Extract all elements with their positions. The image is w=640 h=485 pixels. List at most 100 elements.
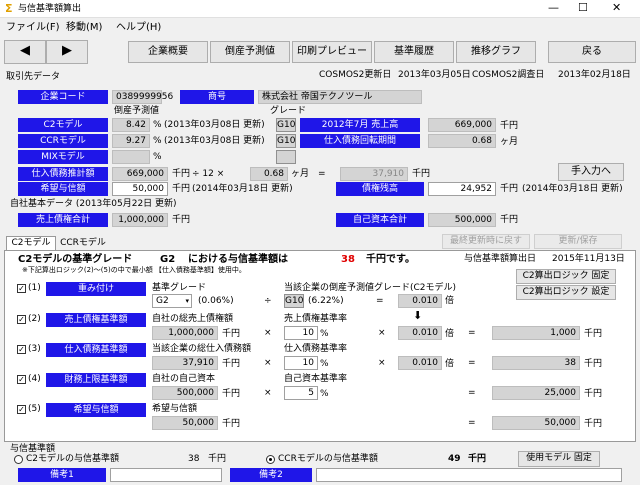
manual-input-button[interactable]: 手入力へ [558,163,624,181]
row3-operator1: × [264,358,272,368]
logic-fixed-button[interactable]: C2算出ロジック 固定 [516,269,616,284]
row4-checkbox[interactable]: ✓ [17,375,26,384]
balance-update-note: (2014年03月18日 更新) [522,184,623,194]
desired-credit-label: 希望与信額 [18,182,108,196]
row4-rate-input[interactable]: 5 [284,386,318,400]
row2-result: 1,000 [492,326,580,340]
row4-sub1: 自社の自己資本 [152,374,216,384]
row2-sub2: 売上債権基準率 [284,314,348,324]
row2-result-unit: 千円 [584,329,603,339]
row4-number: (4) [28,374,41,384]
revert-button[interactable]: 最終更新時に戻す [442,234,530,249]
turnover-value: 0.68 [428,134,496,148]
base-grade-pct: (0.06%) [198,296,234,306]
row3-operator2: × [378,358,386,368]
turnover-unit: ヶ月 [500,137,519,147]
history-button[interactable]: 基準履歴 [374,41,454,63]
c2-credit-label: C2モデルの与信基準額 [26,454,120,464]
company-overview-button[interactable]: 企業概要 [128,41,208,63]
base-grade-value: G2 [156,296,169,306]
memo1-input[interactable] [110,468,222,482]
row1-number: (1) [28,283,41,293]
desired-credit-input[interactable]: 50,000 [112,182,168,196]
estimated-result: 37,910 [340,167,408,181]
title-bar: Σ 与信基準額算出 — ☐ ✕ [0,0,640,18]
menu-file[interactable]: ファイル(F) [6,21,60,34]
row5-result-unit: 千円 [584,419,603,429]
row3-label: 仕入債務基準額 [46,343,146,357]
row4-operator1: × [264,388,272,398]
row5-checkbox[interactable]: ✓ [17,405,26,414]
weight-unit: 倍 [445,296,455,306]
estimated-debt-label: 仕入債務推計額 [18,167,108,181]
sales-label: 2012年7月 売上高 [300,118,420,132]
print-preview-button[interactable]: 印刷プレビュー [292,41,372,63]
forecast-heading: 倒産予測値 [114,106,160,116]
desired-unit: 千円 [172,184,191,194]
c2-model-radio[interactable] [14,455,23,464]
row2-operator2: × [378,328,386,338]
close-icon[interactable]: ✕ [612,1,621,14]
row3-checkbox[interactable]: ✓ [17,345,26,354]
equity-total-value: 500,000 [428,213,496,227]
row2-weight-unit: 倍 [445,329,455,339]
equity-unit: 千円 [500,215,519,225]
ccr-pct-unit: % [153,136,162,146]
mix-pct-unit: % [153,152,162,162]
c2-forecast-value: 8.42 [112,118,150,132]
row3-rate-input[interactable]: 10 [284,356,318,370]
row5-result: 50,000 [492,416,580,430]
row5-amount-unit: 千円 [222,419,241,429]
row4-result: 25,000 [492,386,580,400]
row5-number: (5) [28,404,41,414]
row5-amount: 50,000 [152,416,218,430]
tab-c2-model[interactable]: C2モデル [6,236,56,251]
forward-button[interactable]: ▶ [46,40,88,64]
ccr-forecast-value: 9.27 [112,134,150,148]
minimize-icon[interactable]: — [548,1,559,14]
menu-help[interactable]: ヘルプ(H) [116,21,161,34]
row3-sub1: 当該企業の総仕入債務額 [152,344,252,354]
back-button[interactable]: ◀ [4,40,46,64]
bankruptcy-forecast-button[interactable]: 倒産予測値 [210,41,290,63]
return-button[interactable]: 戻る [548,41,636,63]
base-grade-select[interactable]: G2 ▾ [152,294,192,308]
row4-equals: = [468,388,476,398]
company-name-label: 商号 [180,90,254,104]
calc-date-label: 与信基準額算出日 [464,254,537,264]
row3-equals: = [468,358,476,368]
company-code-value: 0389999956 [112,90,173,104]
memo2-input[interactable] [316,468,622,482]
c2-model-label: C2モデル [18,118,108,132]
desired-update-note: (2014年03月18日 更新) [192,184,293,194]
logic-set-button[interactable]: C2算出ロジック 設定 [516,285,616,300]
trend-graph-button[interactable]: 推移グラフ [456,41,536,63]
ccr-model-radio[interactable] [266,455,275,464]
balance-unit: 千円 [500,184,519,194]
receivables-total-value: 1,000,000 [112,213,168,227]
row2-rate-input[interactable]: 10 [284,326,318,340]
menu-move[interactable]: 移動(M) [66,21,102,34]
equity-total-label: 自己資本合計 [336,213,424,227]
row2-operator1: × [264,328,272,338]
row1-checkbox[interactable]: ✓ [17,284,26,293]
cosmos-update-label: COSMOS2更新日 [319,70,392,80]
save-button[interactable]: 更新/保存 [534,234,622,249]
use-model-fixed-button[interactable]: 使用モデル 固定 [518,451,600,467]
tab-ccr-model[interactable]: CCRモデル [58,237,108,251]
ccr-grade: G10 [276,134,296,148]
row1-label: 重み付け [46,282,146,296]
row3-result-unit: 千円 [584,359,603,369]
cosmos-update-date: 2013年03月05日 [398,70,471,80]
sales-value: 669,000 [428,118,496,132]
row2-amount-unit: 千円 [222,329,241,339]
ccr-credit-label: CCRモデルの与信基準額 [278,454,378,464]
row2-checkbox[interactable]: ✓ [17,315,26,324]
receivable-balance-value[interactable]: 24,952 [428,182,496,196]
ccr-credit-value: 49 [448,454,461,464]
maximize-icon[interactable]: ☐ [578,1,588,14]
row4-rate-unit: % [320,389,329,399]
estimated-debt-value: 669,000 [112,167,168,181]
receivable-balance-label: 債権残高 [336,182,424,196]
c2-grade: G10 [276,118,296,132]
